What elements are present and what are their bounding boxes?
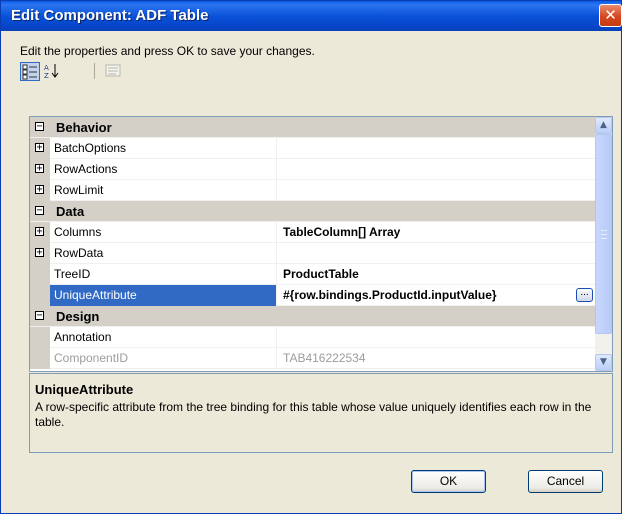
property-pages-icon bbox=[105, 64, 121, 77]
column-separator bbox=[276, 264, 277, 285]
property-value[interactable]: ProductTable bbox=[283, 267, 359, 281]
toolbar-separator bbox=[94, 63, 95, 79]
row-gutter bbox=[30, 348, 50, 369]
property-grid[interactable]: − Behavior + BatchOptions + RowActions + RowLim… bbox=[29, 116, 613, 372]
description-title: UniqueAttribute bbox=[35, 382, 134, 397]
alphabetical-button[interactable]: A Z bbox=[43, 62, 63, 81]
property-row[interactable]: TreeID ProductTable bbox=[30, 264, 596, 285]
property-row[interactable]: + RowLimit bbox=[30, 180, 596, 201]
row-gutter bbox=[30, 327, 50, 348]
property-name: BatchOptions bbox=[54, 141, 127, 155]
category-label: Behavior bbox=[56, 120, 112, 135]
property-row[interactable]: + RowData bbox=[30, 243, 596, 264]
row-gutter bbox=[30, 285, 50, 306]
category-label: Design bbox=[56, 309, 100, 324]
collapse-icon[interactable]: − bbox=[35, 311, 44, 321]
ok-button[interactable]: OK bbox=[411, 470, 486, 493]
property-name: Annotation bbox=[54, 330, 112, 344]
categorized-icon bbox=[22, 64, 37, 80]
property-name: TreeID bbox=[54, 267, 91, 281]
instructions-text: Edit the properties and press OK to save… bbox=[20, 44, 315, 58]
expand-icon[interactable]: + bbox=[35, 164, 44, 174]
column-separator bbox=[276, 243, 277, 264]
vertical-scrollbar[interactable]: ▲ ▼ bbox=[595, 117, 612, 371]
expand-icon[interactable]: + bbox=[35, 185, 44, 195]
cancel-button[interactable]: Cancel bbox=[528, 470, 603, 493]
dialog-window: Edit Component: ADF Table ✕ Edit the pro… bbox=[0, 0, 622, 514]
svg-text:Z: Z bbox=[44, 72, 49, 79]
column-separator bbox=[276, 285, 277, 306]
scroll-grip-icon bbox=[601, 230, 607, 239]
property-value[interactable]: TAB416222534 bbox=[283, 351, 366, 365]
column-separator bbox=[276, 327, 277, 348]
category-row[interactable]: − Design bbox=[30, 306, 596, 327]
property-name: RowData bbox=[54, 246, 104, 260]
alphabetical-icon: A Z bbox=[44, 64, 59, 80]
property-name: RowLimit bbox=[54, 183, 104, 197]
ellipsis-button[interactable]: ... bbox=[576, 288, 593, 302]
scroll-thumb[interactable] bbox=[595, 134, 612, 334]
property-row[interactable]: + Columns TableColumn[] Array bbox=[30, 222, 596, 243]
property-name: Columns bbox=[54, 225, 102, 239]
svg-text:A: A bbox=[44, 64, 49, 72]
window-title: Edit Component: ADF Table bbox=[11, 7, 209, 24]
description-panel: UniqueAttribute A row-specific attribute… bbox=[29, 373, 613, 453]
column-separator bbox=[276, 180, 277, 201]
property-pages-button[interactable] bbox=[104, 62, 124, 81]
property-row[interactable]: ComponentID TAB416222534 bbox=[30, 348, 596, 369]
categorized-button[interactable] bbox=[20, 62, 40, 81]
expand-icon[interactable]: + bbox=[35, 227, 44, 237]
expand-icon[interactable]: + bbox=[35, 248, 44, 258]
property-name: ComponentID bbox=[54, 351, 129, 365]
property-row[interactable]: UniqueAttribute #{row.bindings.ProductId.… bbox=[30, 285, 596, 306]
property-value[interactable]: TableColumn[] Array bbox=[283, 225, 400, 239]
row-gutter bbox=[30, 264, 50, 285]
property-value[interactable]: #{row.bindings.ProductId.inputValue} bbox=[283, 288, 497, 302]
column-separator bbox=[276, 222, 277, 243]
description-text: A row-specific attribute from the tree b… bbox=[35, 400, 592, 429]
property-row[interactable]: + BatchOptions bbox=[30, 138, 596, 159]
category-label: Data bbox=[56, 204, 85, 219]
property-name: UniqueAttribute bbox=[54, 288, 137, 302]
close-button[interactable]: ✕ bbox=[599, 4, 622, 27]
column-separator bbox=[276, 138, 277, 159]
scroll-down-button[interactable]: ▼ bbox=[595, 354, 612, 371]
property-row[interactable]: + RowActions bbox=[30, 159, 596, 180]
column-separator bbox=[276, 159, 277, 180]
scroll-up-button[interactable]: ▲ bbox=[595, 117, 612, 134]
title-bar[interactable]: Edit Component: ADF Table ✕ bbox=[1, 1, 622, 31]
column-separator bbox=[276, 348, 277, 369]
property-row[interactable]: Annotation bbox=[30, 327, 596, 348]
property-grid-toolbar: A Z bbox=[20, 61, 320, 83]
category-row[interactable]: − Behavior bbox=[30, 117, 596, 138]
collapse-icon[interactable]: − bbox=[35, 206, 44, 216]
category-row[interactable]: − Data bbox=[30, 201, 596, 222]
expand-icon[interactable]: + bbox=[35, 143, 44, 153]
collapse-icon[interactable]: − bbox=[35, 122, 44, 132]
property-name: RowActions bbox=[54, 162, 118, 176]
